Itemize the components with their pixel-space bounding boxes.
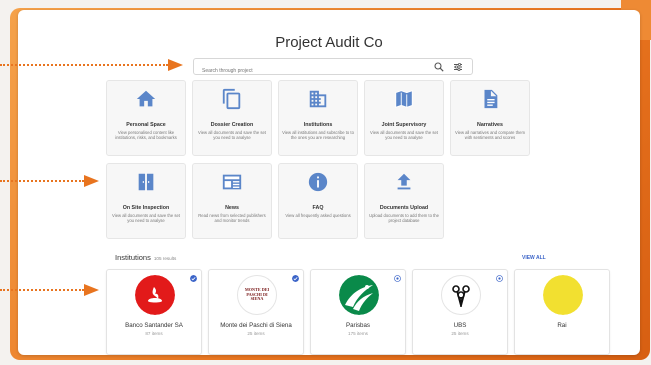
search-bar xyxy=(193,58,473,79)
mps-logo: MONTE DEI PASCHI DI SIENA xyxy=(237,275,277,315)
search-icon[interactable] xyxy=(434,62,444,72)
copy-icon xyxy=(222,88,241,110)
building-icon xyxy=(309,90,327,108)
tile-title: Institutions xyxy=(303,122,333,128)
institution-items: 25 items xyxy=(247,331,265,336)
tile-title: Joint Supervisory xyxy=(381,122,427,128)
tile-description: View all documents and save the set you … xyxy=(112,213,180,224)
tile-description: View all documents and save the set you … xyxy=(198,130,266,141)
info-icon xyxy=(308,172,328,192)
rai-logo xyxy=(543,275,583,315)
parisbas-logo xyxy=(339,275,379,315)
tile-title: Narratives xyxy=(477,122,503,128)
screenshot-frame: Project Audit Co Personal Space View per… xyxy=(0,0,651,365)
tile-title: Documents Upload xyxy=(379,205,429,211)
check-icon[interactable] xyxy=(190,275,197,282)
door-icon xyxy=(138,172,154,192)
check-icon[interactable] xyxy=(292,275,299,282)
institution-name: Rai xyxy=(557,322,567,329)
tile-documents-upload[interactable]: Documents Upload Upload documents to add… xyxy=(364,163,444,239)
tile-title: News xyxy=(225,205,239,211)
newspaper-icon xyxy=(222,174,242,190)
page-title: Project Audit Co xyxy=(275,34,383,51)
upload-icon xyxy=(397,173,411,190)
home-icon xyxy=(136,90,156,107)
institution-name: Parisbas xyxy=(345,322,371,329)
annotation-dotted-line xyxy=(0,64,168,66)
tile-dossier-creation[interactable]: Dossier Creation View all documents and … xyxy=(192,80,272,156)
add-circle-icon[interactable] xyxy=(496,275,503,282)
tile-joint-supervisory[interactable]: Joint Supervisory View all documents and… xyxy=(364,80,444,156)
tile-description: View all narratives and compare them wit… xyxy=(455,130,525,141)
institution-items: 25 items xyxy=(451,331,469,336)
annotation-dotted-line xyxy=(0,289,84,291)
institution-card-santander[interactable]: Banco Santander SA 87 items xyxy=(106,269,202,355)
institution-name: UBS xyxy=(453,322,467,329)
tile-title: FAQ xyxy=(312,205,324,211)
tile-title: On Site Inspection xyxy=(122,205,170,211)
tile-on-site-inspection[interactable]: On Site Inspection View all documents an… xyxy=(106,163,186,239)
annotation-arrow xyxy=(168,59,183,71)
tile-news[interactable]: News Read news from selected publishers … xyxy=(192,163,272,239)
view-all-link[interactable]: VIEW ALL xyxy=(522,255,546,261)
ubs-logo xyxy=(441,275,481,315)
institution-name: Monte dei Paschi di Siena xyxy=(220,322,292,329)
tile-description: View all documents and save the set you … xyxy=(370,130,438,141)
tile-title: Personal Space xyxy=(126,122,166,128)
filter-icon[interactable] xyxy=(453,62,463,72)
institution-card-ubs[interactable]: UBS 25 items xyxy=(412,269,508,355)
tile-narratives[interactable]: Narratives View all narratives and compa… xyxy=(450,80,530,156)
annotation-arrow xyxy=(84,284,99,296)
tile-personal-space[interactable]: Personal Space View personalised content… xyxy=(106,80,186,156)
annotation-dotted-line xyxy=(0,180,84,182)
santander-logo xyxy=(135,275,175,315)
document-icon xyxy=(484,89,498,109)
institutions-heading: Institutions 105 results xyxy=(115,253,176,262)
institution-card-monte-dei-paschi[interactable]: MONTE DEI PASCHI DI SIENA Monte dei Pasc… xyxy=(208,269,304,355)
tile-description: Upload documents to add them to the proj… xyxy=(369,213,439,224)
app-window: Project Audit Co Personal Space View per… xyxy=(18,10,640,355)
institution-name: Banco Santander SA xyxy=(125,322,183,329)
annotation-arrow xyxy=(84,175,99,187)
add-circle-icon[interactable] xyxy=(394,275,401,282)
search-input[interactable] xyxy=(194,63,404,79)
tile-institutions[interactable]: Institutions View all institutions and s… xyxy=(278,80,358,156)
tile-title: Dossier Creation xyxy=(210,122,254,128)
map-icon xyxy=(395,90,413,108)
institutions-count: 105 results xyxy=(153,256,177,261)
institution-card-rai[interactable]: Rai xyxy=(514,269,610,355)
tile-description: View personalised content like instituti… xyxy=(115,130,177,141)
institution-items: 175 items xyxy=(348,331,368,336)
tile-description: View all frequently asked questions xyxy=(285,213,351,218)
tile-description: Read news from selected publishers and m… xyxy=(198,213,266,224)
tile-description: View all institutions and subscribe to t… xyxy=(282,130,354,141)
tile-faq[interactable]: FAQ View all frequently asked questions xyxy=(278,163,358,239)
institution-card-parisbas[interactable]: Parisbas 175 items xyxy=(310,269,406,355)
institution-items: 87 items xyxy=(145,331,163,336)
institutions-title: Institutions xyxy=(115,253,151,262)
